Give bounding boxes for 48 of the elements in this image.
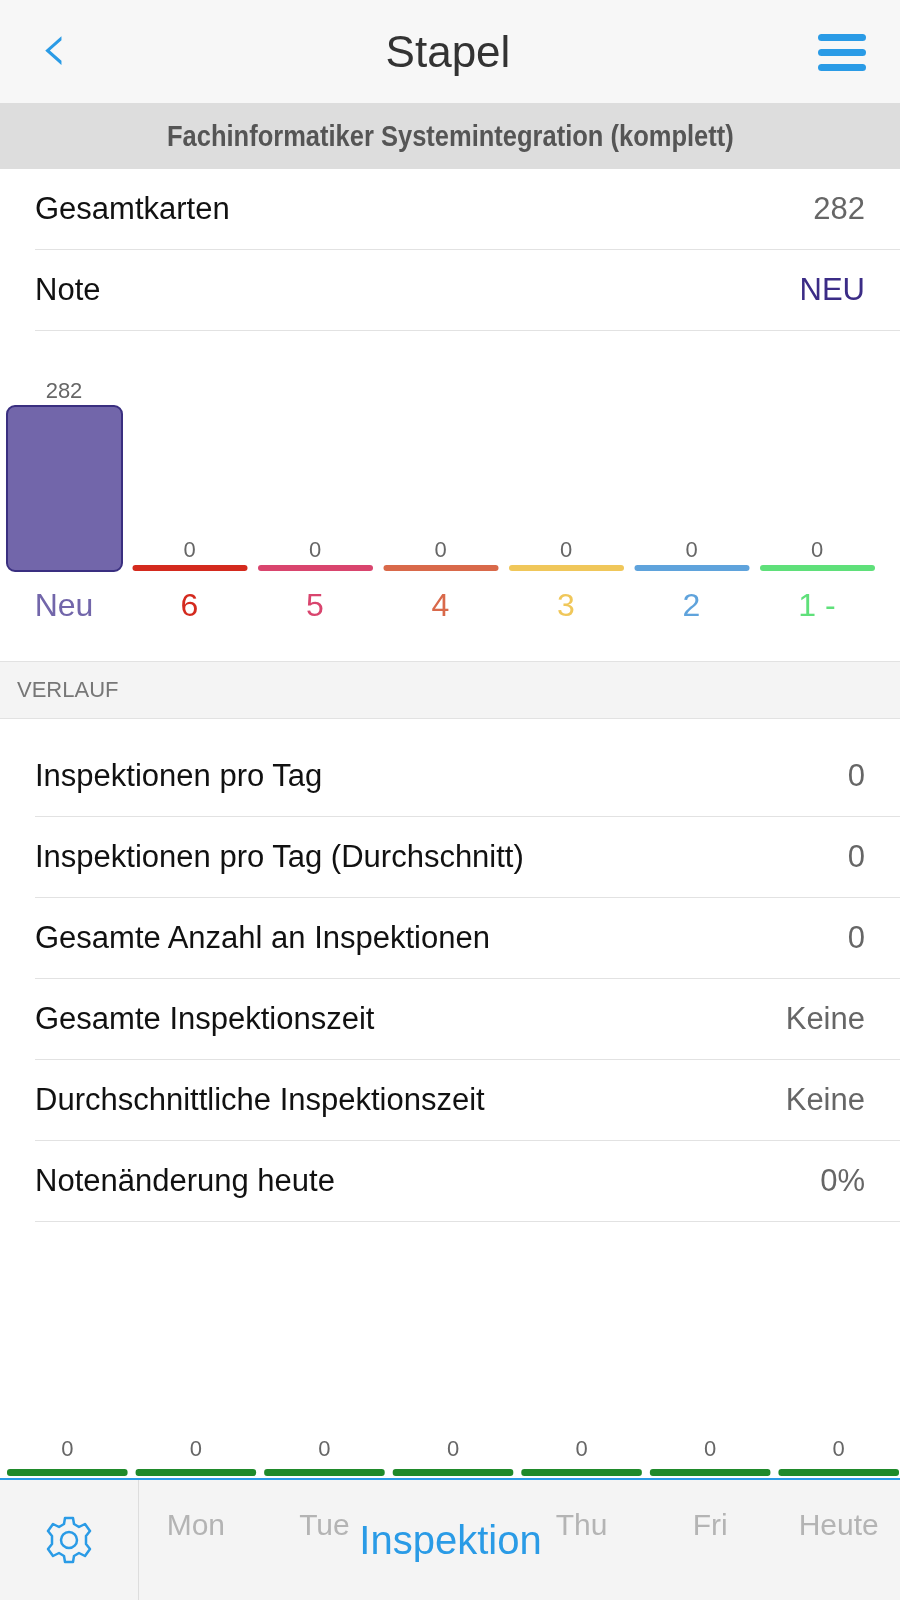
grade-label: 2 (682, 587, 701, 623)
bar-value: 0 (446, 1436, 460, 1461)
grade-label: 5 (306, 587, 324, 623)
row-label: Gesamtkarten (35, 191, 230, 227)
grade-label: 6 (180, 587, 199, 623)
grade-label: 1 - (798, 587, 836, 623)
grade-label: 4 (431, 587, 450, 623)
bar-value: 0 (832, 1436, 845, 1461)
menu-icon[interactable] (818, 31, 866, 72)
row-label: Durchschnittliche Inspektionszeit (35, 1082, 485, 1118)
grade-label: 3 (557, 587, 575, 623)
bar-value: 0 (189, 1436, 202, 1461)
bar-value: 0 (434, 537, 447, 562)
screen-title: Stapel (385, 26, 511, 77)
bar-value: 0 (575, 1436, 588, 1461)
row-value: Keine (785, 1082, 865, 1118)
bar-value: 0 (704, 1436, 717, 1461)
bar-value: 282 (45, 378, 83, 403)
row-label: Inspektionen pro Tag (Durchschnitt) (35, 839, 524, 875)
back-button[interactable]: ‹ (30, 11, 78, 92)
row-label: Gesamte Anzahl an Inspektionen (35, 920, 490, 956)
row-label: Notenänderung heute (35, 1163, 335, 1199)
row-value: 0 (847, 758, 865, 794)
row-value: Keine (785, 1001, 865, 1037)
row-value: 0 (847, 920, 865, 956)
row-label: Gesamte Inspektionszeit (35, 1001, 375, 1037)
day-label: Thu (555, 1508, 608, 1542)
row-value: 0 (847, 839, 865, 875)
day-label: Mon (166, 1508, 225, 1542)
row-value: NEU (799, 272, 865, 308)
bar-value: 0 (810, 537, 824, 562)
bar-value: 0 (685, 537, 698, 562)
bar-value: 0 (559, 537, 573, 562)
grade-label: Neu (34, 587, 94, 623)
deck-title: Fachinformatiker Systemintegration (komplett) (166, 119, 734, 153)
row-label: Note (35, 272, 101, 308)
row-value: 0% (820, 1163, 865, 1199)
day-label: Tue (299, 1508, 350, 1542)
bar-value: 0 (183, 537, 196, 562)
day-label: Fri (692, 1508, 728, 1542)
bar-value: 0 (318, 1436, 331, 1461)
day-label: Heute (798, 1508, 879, 1542)
bar-value: 0 (308, 537, 322, 562)
settings-icon[interactable] (44, 1515, 94, 1565)
bar-value: 0 (61, 1436, 74, 1461)
row-value: 282 (813, 191, 865, 227)
row-label: Inspektionen pro Tag (35, 758, 323, 794)
section-title: VERLAUF (17, 677, 119, 703)
